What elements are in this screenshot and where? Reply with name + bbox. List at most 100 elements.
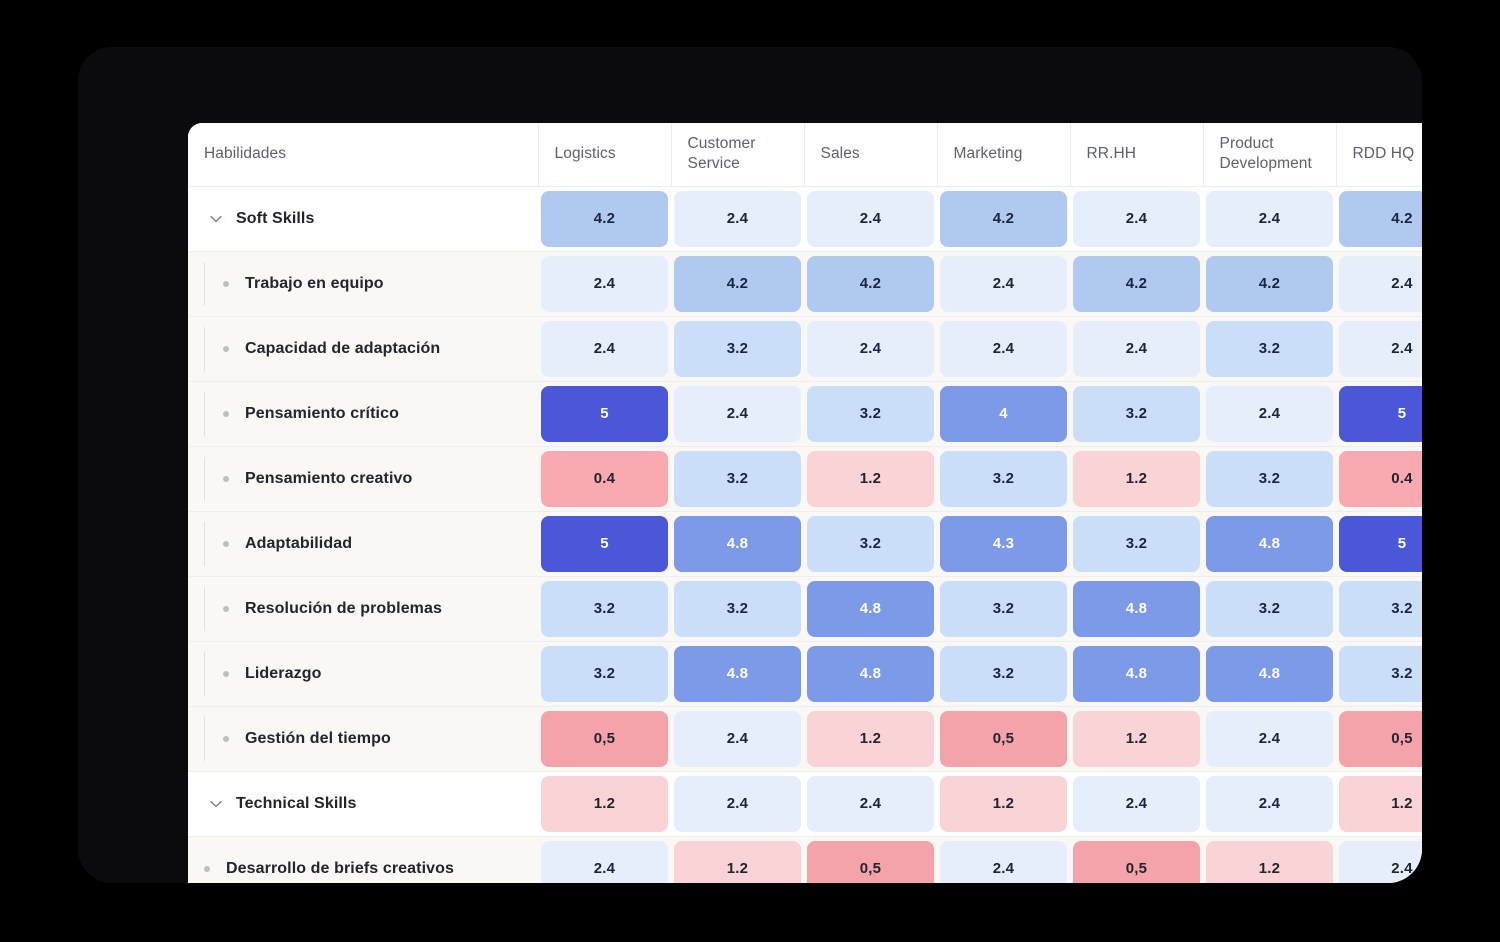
score-cell[interactable]: 4.2 bbox=[1336, 186, 1422, 251]
score-cell[interactable]: 4.8 bbox=[1203, 640, 1336, 706]
score-chip[interactable]: 3.2 bbox=[940, 645, 1067, 702]
score-cell[interactable]: 1.2 bbox=[1203, 835, 1336, 883]
score-chip[interactable]: 3.2 bbox=[1073, 515, 1200, 572]
score-chip[interactable]: 3.2 bbox=[807, 385, 934, 442]
score-cell[interactable]: 5 bbox=[538, 380, 671, 446]
score-chip[interactable]: 4.2 bbox=[940, 190, 1067, 247]
score-chip[interactable]: 3.2 bbox=[1206, 450, 1333, 507]
skill-row[interactable]: Pensamiento creativo 0.4 3.2 1.2 3.2 1.2 3.2 0.… bbox=[188, 445, 1422, 511]
score-chip[interactable]: 0,5 bbox=[1339, 710, 1422, 767]
score-cell[interactable]: 2.4 bbox=[1070, 315, 1203, 381]
score-chip[interactable]: 3.2 bbox=[1206, 580, 1333, 637]
score-chip[interactable]: 3.2 bbox=[940, 580, 1067, 637]
score-chip[interactable]: 4.8 bbox=[807, 645, 934, 702]
score-cell[interactable]: 4.8 bbox=[804, 575, 937, 641]
score-chip[interactable]: 4.2 bbox=[1339, 190, 1422, 247]
score-cell[interactable]: 2.4 bbox=[804, 186, 937, 251]
column-header-marketing[interactable]: Marketing bbox=[936, 123, 1070, 187]
score-chip[interactable]: 2.4 bbox=[940, 255, 1067, 312]
score-cell[interactable]: 3.2 bbox=[671, 575, 804, 641]
score-cell[interactable]: 5 bbox=[1336, 380, 1422, 446]
score-chip[interactable]: 2.4 bbox=[1206, 385, 1333, 442]
score-chip[interactable]: 4.3 bbox=[940, 515, 1067, 572]
skill-name-cell[interactable]: Gestión del tiempo bbox=[188, 705, 538, 771]
column-header-skills[interactable]: Habilidades bbox=[188, 123, 538, 187]
score-cell[interactable]: 1.2 bbox=[804, 445, 937, 511]
score-cell[interactable]: 1.2 bbox=[1070, 705, 1203, 771]
score-cell[interactable]: 0.4 bbox=[538, 445, 671, 511]
score-chip[interactable]: 3.2 bbox=[674, 320, 801, 377]
score-chip[interactable]: 5 bbox=[541, 515, 668, 572]
score-chip[interactable]: 4.8 bbox=[807, 580, 934, 637]
score-chip[interactable]: 4.2 bbox=[807, 255, 934, 312]
score-cell[interactable]: 4.2 bbox=[538, 186, 671, 251]
score-cell[interactable]: 2.4 bbox=[1203, 705, 1336, 771]
skill-row[interactable]: Trabajo en equipo 2.4 4.2 4.2 2.4 4.2 4.2 2.4 bbox=[188, 250, 1422, 316]
score-cell[interactable]: 3.2 bbox=[1336, 575, 1422, 641]
score-chip[interactable]: 2.4 bbox=[1073, 320, 1200, 377]
skill-name-cell[interactable]: Liderazgo bbox=[188, 640, 538, 706]
score-chip[interactable]: 2.4 bbox=[674, 385, 801, 442]
score-chip[interactable]: 0.4 bbox=[1339, 450, 1422, 507]
chevron-down-icon[interactable] bbox=[206, 794, 226, 814]
skill-row[interactable]: Desarrollo de briefs creativos 2.4 1.2 0,5 2… bbox=[188, 835, 1422, 883]
score-chip[interactable]: 2.4 bbox=[1206, 775, 1333, 832]
score-chip[interactable]: 4.2 bbox=[1206, 255, 1333, 312]
score-cell[interactable]: 4 bbox=[937, 380, 1070, 446]
score-cell[interactable]: 2.4 bbox=[671, 186, 804, 251]
score-chip[interactable]: 2.4 bbox=[541, 840, 668, 883]
score-cell[interactable]: 2.4 bbox=[937, 250, 1070, 316]
skill-name-cell[interactable]: Adaptabilidad bbox=[188, 510, 538, 576]
score-cell[interactable]: 3.2 bbox=[1336, 640, 1422, 706]
score-chip[interactable]: 4 bbox=[940, 385, 1067, 442]
score-cell[interactable]: 1.2 bbox=[804, 705, 937, 771]
score-chip[interactable]: 4.8 bbox=[1206, 515, 1333, 572]
score-chip[interactable]: 0.4 bbox=[541, 450, 668, 507]
score-chip[interactable]: 1.2 bbox=[1339, 775, 1422, 832]
score-cell[interactable]: 2.4 bbox=[937, 835, 1070, 883]
score-cell[interactable]: 2.4 bbox=[1336, 835, 1422, 883]
column-header-rdd-hq[interactable]: RDD HQ bbox=[1335, 123, 1422, 187]
score-cell[interactable]: 2.4 bbox=[937, 315, 1070, 381]
score-cell[interactable]: 3.2 bbox=[538, 575, 671, 641]
score-chip[interactable]: 3.2 bbox=[541, 645, 668, 702]
chevron-down-icon[interactable] bbox=[206, 209, 226, 229]
score-chip[interactable]: 4.8 bbox=[674, 515, 801, 572]
score-cell[interactable]: 2.4 bbox=[1070, 186, 1203, 251]
score-chip[interactable]: 3.2 bbox=[674, 450, 801, 507]
score-cell[interactable]: 3.2 bbox=[1070, 380, 1203, 446]
score-chip[interactable]: 0,5 bbox=[1073, 840, 1200, 883]
score-chip[interactable]: 2.4 bbox=[1206, 190, 1333, 247]
score-chip[interactable]: 1.2 bbox=[1206, 840, 1333, 883]
score-cell[interactable]: 4.8 bbox=[1203, 510, 1336, 576]
score-cell[interactable]: 4.8 bbox=[804, 640, 937, 706]
score-cell[interactable]: 2.4 bbox=[1070, 770, 1203, 836]
score-cell[interactable]: 3.2 bbox=[1070, 510, 1203, 576]
score-cell[interactable]: 3.2 bbox=[937, 640, 1070, 706]
score-cell[interactable]: 2.4 bbox=[1203, 770, 1336, 836]
score-cell[interactable]: 3.2 bbox=[1203, 315, 1336, 381]
score-chip[interactable]: 3.2 bbox=[1339, 645, 1422, 702]
score-chip[interactable]: 4.8 bbox=[674, 645, 801, 702]
skill-name-cell[interactable]: Resolución de problemas bbox=[188, 575, 538, 641]
score-cell[interactable]: 4.2 bbox=[671, 250, 804, 316]
score-cell[interactable]: 2.4 bbox=[1336, 250, 1422, 316]
score-chip[interactable]: 4.2 bbox=[1073, 255, 1200, 312]
score-cell[interactable]: 5 bbox=[538, 510, 671, 576]
score-chip[interactable]: 2.4 bbox=[541, 255, 668, 312]
skill-row[interactable]: Adaptabilidad 5 4.8 3.2 4.3 3.2 4.8 5 bbox=[188, 510, 1422, 576]
score-cell[interactable]: 4.2 bbox=[1203, 250, 1336, 316]
score-cell[interactable]: 2.4 bbox=[1203, 186, 1336, 251]
skill-name-cell[interactable]: Pensamiento crítico bbox=[188, 380, 538, 446]
score-cell[interactable]: 0,5 bbox=[804, 835, 937, 883]
skill-row[interactable]: Pensamiento crítico 5 2.4 3.2 4 3.2 2.4 5 bbox=[188, 380, 1422, 446]
score-cell[interactable]: 2.4 bbox=[1203, 380, 1336, 446]
skill-name-cell[interactable]: Capacidad de adaptación bbox=[188, 315, 538, 381]
score-cell[interactable]: 1.2 bbox=[671, 835, 804, 883]
score-cell[interactable]: 4.8 bbox=[1070, 640, 1203, 706]
score-chip[interactable]: 1.2 bbox=[1073, 710, 1200, 767]
score-cell[interactable]: 0.4 bbox=[1336, 445, 1422, 511]
score-chip[interactable]: 4.8 bbox=[1073, 645, 1200, 702]
score-chip[interactable]: 2.4 bbox=[1339, 255, 1422, 312]
score-cell[interactable]: 4.2 bbox=[804, 250, 937, 316]
